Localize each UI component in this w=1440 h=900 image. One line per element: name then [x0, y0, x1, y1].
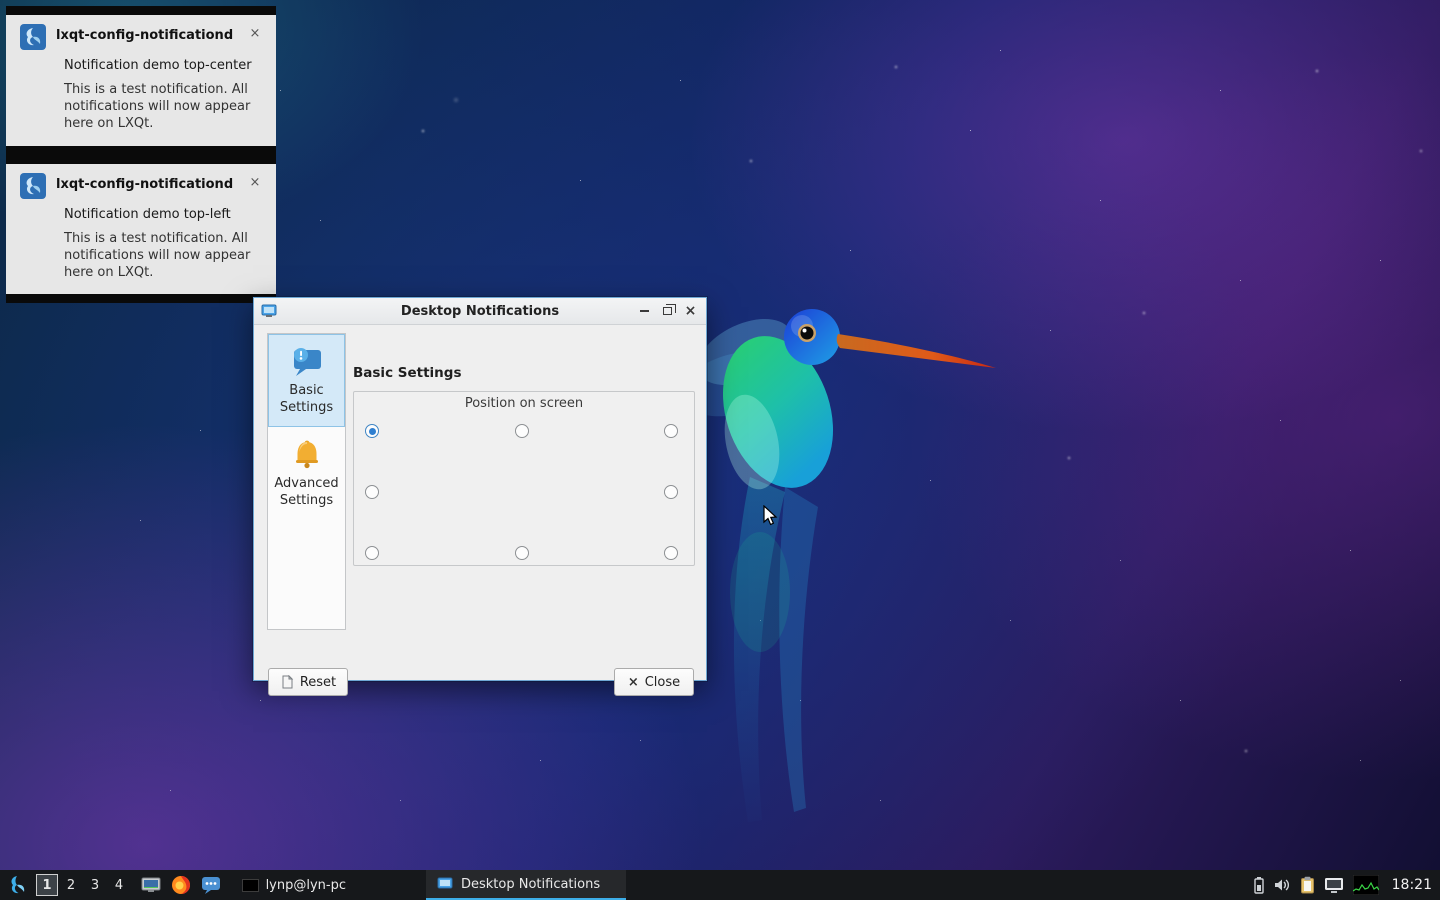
sidebar-item-advanced-settings[interactable]: Advanced Settings [268, 427, 345, 520]
sidebar-item-label: Basic Settings [271, 383, 342, 417]
sidebar-item-label: Advanced Settings [271, 476, 342, 510]
notification-close-button[interactable]: × [248, 24, 262, 41]
notification-app-name: lxqt-config-notificationd [56, 173, 248, 192]
notification-body: This is a test notification. All notific… [64, 230, 260, 281]
notification-close-button[interactable]: × [248, 173, 262, 190]
firefox-icon[interactable] [170, 874, 192, 896]
taskbar: 1 2 3 4 lynp@lyn-pc [0, 870, 1440, 900]
task-label: lynp@lyn-pc [266, 878, 346, 893]
window-body: Basic Settings Advanced Settings Basic S… [254, 325, 706, 681]
quick-launch [140, 874, 222, 896]
close-dialog-button[interactable]: × Close [614, 668, 694, 696]
settings-sidebar: Basic Settings Advanced Settings [267, 333, 346, 630]
lxqt-app-icon [20, 24, 46, 50]
close-button-label: Close [645, 675, 680, 690]
notification-summary: Notification demo top-center [64, 57, 260, 74]
notification-stack: lxqt-config-notificationd × Notification… [6, 6, 276, 303]
minimize-icon [640, 310, 649, 312]
taskbar-task-terminal[interactable]: lynp@lyn-pc [232, 870, 356, 900]
basic-settings-icon [289, 343, 325, 379]
position-groupbox: Position on screen [353, 391, 695, 566]
battery-icon[interactable] [1254, 876, 1264, 894]
lxqt-app-icon [20, 173, 46, 199]
radio-top-left[interactable] [365, 424, 379, 438]
workspace-button-3[interactable]: 3 [84, 874, 106, 896]
close-icon: × [685, 304, 697, 318]
radio-bottom-right[interactable] [664, 546, 678, 560]
chat-icon[interactable] [200, 874, 222, 896]
workspace-pager: 1 2 3 4 [36, 874, 130, 896]
minimize-button[interactable] [637, 304, 652, 319]
taskbar-task-desktop-notifications[interactable]: Desktop Notifications [426, 870, 626, 900]
reset-icon [280, 675, 294, 689]
close-button[interactable]: × [683, 304, 698, 319]
file-manager-icon[interactable] [140, 874, 162, 896]
restore-button[interactable] [660, 304, 675, 319]
mouse-cursor [760, 505, 778, 527]
workspace-button-1[interactable]: 1 [36, 874, 58, 896]
radio-bottom-left[interactable] [365, 546, 379, 560]
notification-body: This is a test notification. All notific… [64, 81, 260, 132]
clock[interactable]: 18:21 [1392, 877, 1432, 893]
desktop-notifications-window: Desktop Notifications × Basic Settings [253, 297, 707, 681]
notification-top-center: lxqt-config-notificationd × Notification… [6, 6, 276, 155]
hummingbird-artwork [690, 292, 1010, 852]
sidebar-item-basic-settings[interactable]: Basic Settings [268, 334, 345, 427]
notification-top-left: lxqt-config-notificationd × Notification… [6, 155, 276, 304]
volume-icon[interactable] [1273, 877, 1291, 893]
clipboard-icon[interactable] [1300, 876, 1315, 894]
reset-button[interactable]: Reset [268, 668, 348, 696]
lxqt-logo-icon [6, 874, 28, 896]
restore-icon [663, 307, 672, 315]
reset-button-label: Reset [300, 675, 336, 690]
cpu-monitor-widget[interactable] [1353, 875, 1379, 895]
terminal-icon [242, 879, 259, 892]
starfield-bright [0, 0, 2, 2]
radio-middle-left[interactable] [365, 485, 379, 499]
task-label: Desktop Notifications [461, 877, 600, 892]
app-menu-button[interactable] [4, 872, 30, 898]
window-titlebar[interactable]: Desktop Notifications × [254, 298, 706, 325]
workspace-button-2[interactable]: 2 [60, 874, 82, 896]
radio-top-right[interactable] [664, 424, 678, 438]
radio-middle-right[interactable] [664, 485, 678, 499]
display-icon[interactable] [1324, 877, 1344, 894]
close-icon: × [628, 675, 639, 690]
advanced-settings-bell-icon [289, 436, 325, 472]
workspace-button-4[interactable]: 4 [108, 874, 130, 896]
system-tray: 18:21 [1254, 875, 1440, 895]
groupbox-title: Position on screen [354, 396, 694, 411]
notification-summary: Notification demo top-left [64, 206, 260, 223]
radio-top-center[interactable] [515, 424, 529, 438]
page-heading: Basic Settings [353, 365, 462, 381]
notification-app-name: lxqt-config-notificationd [56, 24, 248, 43]
radio-bottom-center[interactable] [515, 546, 529, 560]
window-icon [436, 877, 454, 891]
window-controls: × [637, 304, 706, 319]
